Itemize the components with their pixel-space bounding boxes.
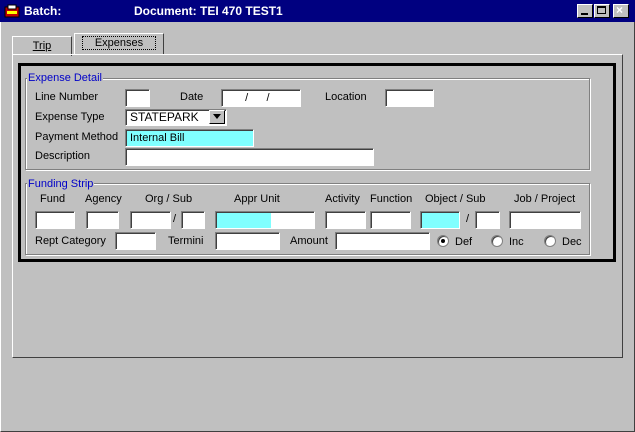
expense-type-dropdown-button[interactable]	[209, 110, 225, 124]
close-icon: ×	[616, 3, 624, 17]
amount-label: Amount	[290, 235, 328, 247]
radio-dec[interactable]	[544, 235, 556, 247]
maximize-button[interactable]	[594, 4, 610, 18]
object-sub-header: Object / Sub	[425, 193, 486, 205]
line-number-input[interactable]	[125, 89, 150, 107]
rept-category-label: Rept Category	[35, 235, 106, 247]
description-label: Description	[35, 150, 91, 162]
expense-type-label-text: Expense Type	[35, 111, 105, 123]
document-title: Document: TEI 470 TEST1	[134, 4, 283, 18]
expense-detail-legend: Expense Detail	[27, 72, 103, 84]
object-input[interactable]	[420, 211, 460, 229]
chevron-down-icon	[213, 114, 221, 119]
location-label: Location	[325, 91, 367, 103]
line-number-label: Line Number	[35, 91, 98, 103]
sub-object-input[interactable]	[475, 211, 500, 229]
agency-input[interactable]	[86, 211, 119, 229]
agency-header: Agency	[85, 193, 122, 205]
radio-inc[interactable]	[491, 235, 503, 247]
org-sub-separator: /	[173, 213, 177, 225]
tab-trip-label: Trip	[32, 40, 52, 52]
date-label: Date	[180, 91, 204, 103]
payment-method-label: Payment Method	[35, 131, 119, 143]
title-bar[interactable]: Batch: Document: TEI 470 TEST1 ×	[0, 0, 635, 22]
function-header: Function	[370, 193, 413, 205]
expense-type-value: STATEPARK	[130, 110, 199, 124]
termini-input[interactable]	[215, 232, 280, 250]
tab-expenses-label: Expenses	[81, 36, 157, 50]
job-project-input[interactable]	[509, 211, 581, 229]
function-input[interactable]	[370, 211, 411, 229]
radio-def-label: Def	[455, 236, 473, 248]
radio-checked-dot	[441, 239, 445, 243]
tab-expenses[interactable]: Expenses	[74, 33, 164, 55]
fund-header: Fund	[40, 193, 66, 205]
rept-category-input[interactable]	[115, 232, 156, 250]
app-icon	[4, 4, 20, 18]
date-input[interactable]: / /	[221, 89, 301, 107]
maximize-icon	[597, 6, 606, 14]
job-project-header: Job / Project	[514, 193, 576, 205]
close-button[interactable]: ×	[613, 4, 629, 18]
radio-def[interactable]	[437, 235, 449, 247]
minimize-icon	[581, 13, 588, 15]
amount-input[interactable]	[335, 232, 430, 250]
org-input[interactable]	[130, 211, 171, 229]
tab-trip[interactable]: Trip	[12, 36, 72, 56]
location-input[interactable]	[385, 89, 434, 107]
sub-org-input[interactable]	[181, 211, 205, 229]
activity-header: Activity	[325, 193, 360, 205]
termini-label: Termini	[168, 235, 204, 247]
appr-unit-input[interactable]	[215, 211, 315, 229]
org-sub-header: Org / Sub	[145, 193, 193, 205]
appr-unit-header: Appr Unit	[234, 193, 280, 205]
object-sub-separator: /	[466, 213, 470, 225]
radio-dec-label: Dec	[562, 236, 582, 248]
activity-input[interactable]	[325, 211, 366, 229]
radio-inc-label: Inc	[509, 236, 524, 248]
app-title: Batch:	[24, 4, 62, 18]
funding-strip-legend: Funding Strip	[27, 178, 95, 190]
minimize-button[interactable]	[577, 4, 593, 18]
fund-input[interactable]	[35, 211, 75, 229]
description-input[interactable]	[125, 148, 374, 166]
payment-method-input[interactable]: Internal Bill	[125, 129, 254, 147]
